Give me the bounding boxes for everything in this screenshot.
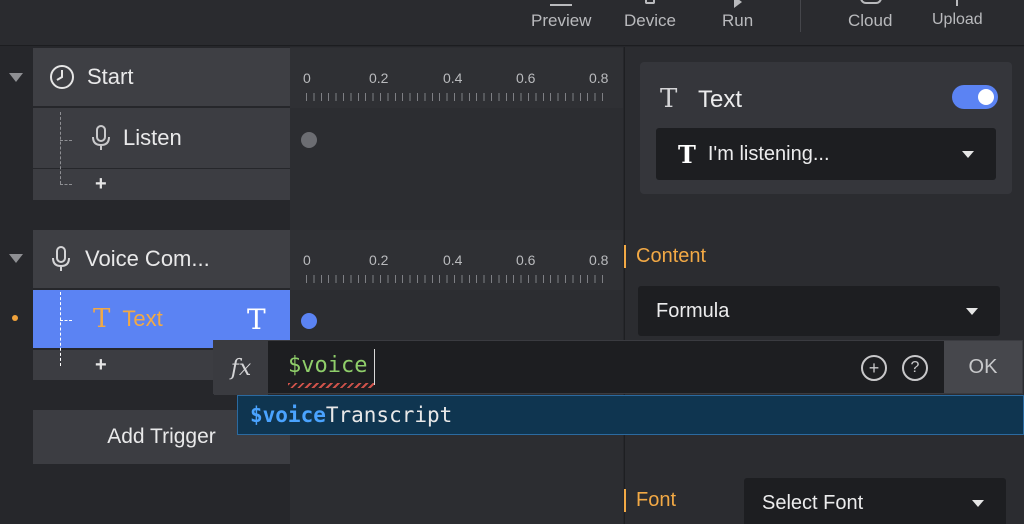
tree-guide (60, 320, 72, 321)
top-toolbar: Preview Device Run Cloud Upload (0, 0, 1024, 46)
error-underline (288, 383, 374, 388)
tree-guide (60, 140, 72, 141)
text-type-icon: T (678, 139, 696, 169)
collapse-start-icon[interactable] (9, 73, 23, 82)
trigger-voice-command[interactable]: Voice Com... (33, 230, 290, 288)
fx-label: fx (230, 355, 252, 381)
add-action-label: + (95, 173, 107, 195)
timeline-ruler: 0 0.2 0.4 0.6 0.8 (290, 48, 623, 108)
insert-plus-icon[interactable]: + (861, 355, 887, 381)
preview-label: Preview (531, 11, 592, 30)
formula-input[interactable]: $voice (288, 353, 367, 378)
upload-label: Upload (932, 11, 983, 28)
suggestion-match: $voice (250, 403, 326, 427)
font-placeholder: Select Font (762, 491, 864, 514)
font-dropdown[interactable]: Select Font (744, 478, 1006, 524)
chevron-down-icon (962, 151, 974, 158)
action-text-label: Text (122, 306, 163, 331)
ruler-label: 0 (303, 252, 311, 268)
text-value: I'm listening... (707, 142, 830, 165)
run-button[interactable]: Run (722, 0, 753, 46)
cloud-label: Cloud (848, 11, 893, 30)
chevron-down-icon (972, 500, 984, 507)
run-icon (734, 0, 742, 8)
formula-editor: fx $voice + ? OK (213, 340, 1023, 395)
ruler-label: 0.6 (516, 70, 536, 86)
collapse-voice-icon[interactable] (9, 254, 23, 263)
ruler-ticks (306, 275, 606, 283)
font-section-label: Font (624, 489, 676, 512)
formula-ok-button[interactable]: OK (944, 341, 1022, 393)
ruler-label: 0 (303, 70, 311, 86)
text-format-icon[interactable]: T (247, 303, 266, 336)
add-trigger-label: Add Trigger (107, 425, 216, 448)
tree-guide (60, 112, 61, 184)
text-type-icon: T (93, 304, 111, 334)
content-section-label: Content (624, 245, 706, 268)
microphone-icon (92, 125, 110, 150)
ruler-label: 0.8 (589, 70, 609, 86)
timeline-keyframe-listen[interactable] (301, 132, 317, 148)
text-enabled-toggle[interactable] (952, 85, 998, 109)
tree-gutter (0, 47, 33, 524)
chevron-down-icon (966, 308, 978, 315)
toolbar-divider (800, 0, 801, 32)
fx-icon: fx (214, 341, 268, 395)
clock-icon (50, 65, 74, 89)
content-mode-dropdown[interactable]: Formula (638, 286, 1000, 336)
tree-guide (60, 292, 61, 366)
trigger-voice-label: Voice Com... (85, 246, 210, 271)
trigger-start[interactable]: Start (33, 48, 290, 106)
upload-icon (956, 0, 958, 6)
action-listen-label: Listen (123, 125, 182, 150)
run-label: Run (722, 11, 754, 30)
preview-icon (550, 4, 573, 14)
tree-guide (60, 184, 72, 185)
ruler-label: 0.2 (369, 70, 389, 86)
timeline-keyframe-text[interactable] (301, 313, 317, 329)
ruler-label: 0.8 (589, 252, 609, 268)
device-button[interactable]: Device (624, 0, 676, 46)
ruler-label: 0.2 (369, 252, 389, 268)
toggle-knob (978, 89, 994, 105)
cloud-icon (860, 0, 882, 4)
help-icon[interactable]: ? (902, 355, 928, 381)
upload-button[interactable]: Upload (932, 0, 983, 46)
ruler-ticks (306, 93, 606, 101)
cloud-button[interactable]: Cloud (848, 0, 892, 46)
preview-button[interactable]: Preview (531, 0, 591, 46)
selected-marker (12, 315, 18, 321)
ok-label: OK (968, 355, 998, 378)
trigger-start-label: Start (87, 64, 134, 89)
ruler-label: 0.4 (443, 252, 463, 268)
text-cursor (374, 349, 375, 385)
ruler-label: 0.4 (443, 70, 463, 86)
microphone-icon (52, 246, 70, 271)
device-label: Device (624, 11, 676, 30)
action-listen[interactable]: Listen (33, 108, 290, 168)
text-value-dropdown[interactable]: T I'm listening... (656, 128, 996, 180)
ruler-label: 0.6 (516, 252, 536, 268)
content-mode-value: Formula (656, 299, 730, 322)
device-icon (645, 0, 655, 4)
text-property-title: Text (698, 86, 743, 113)
autocomplete-suggestion[interactable]: $voice Transcript (237, 395, 1024, 435)
text-type-icon: T (660, 84, 678, 114)
timeline-ruler: 0 0.2 0.4 0.6 0.8 (290, 230, 623, 290)
add-action-label: + (95, 353, 107, 376)
suggestion-rest: Transcript (325, 403, 453, 427)
